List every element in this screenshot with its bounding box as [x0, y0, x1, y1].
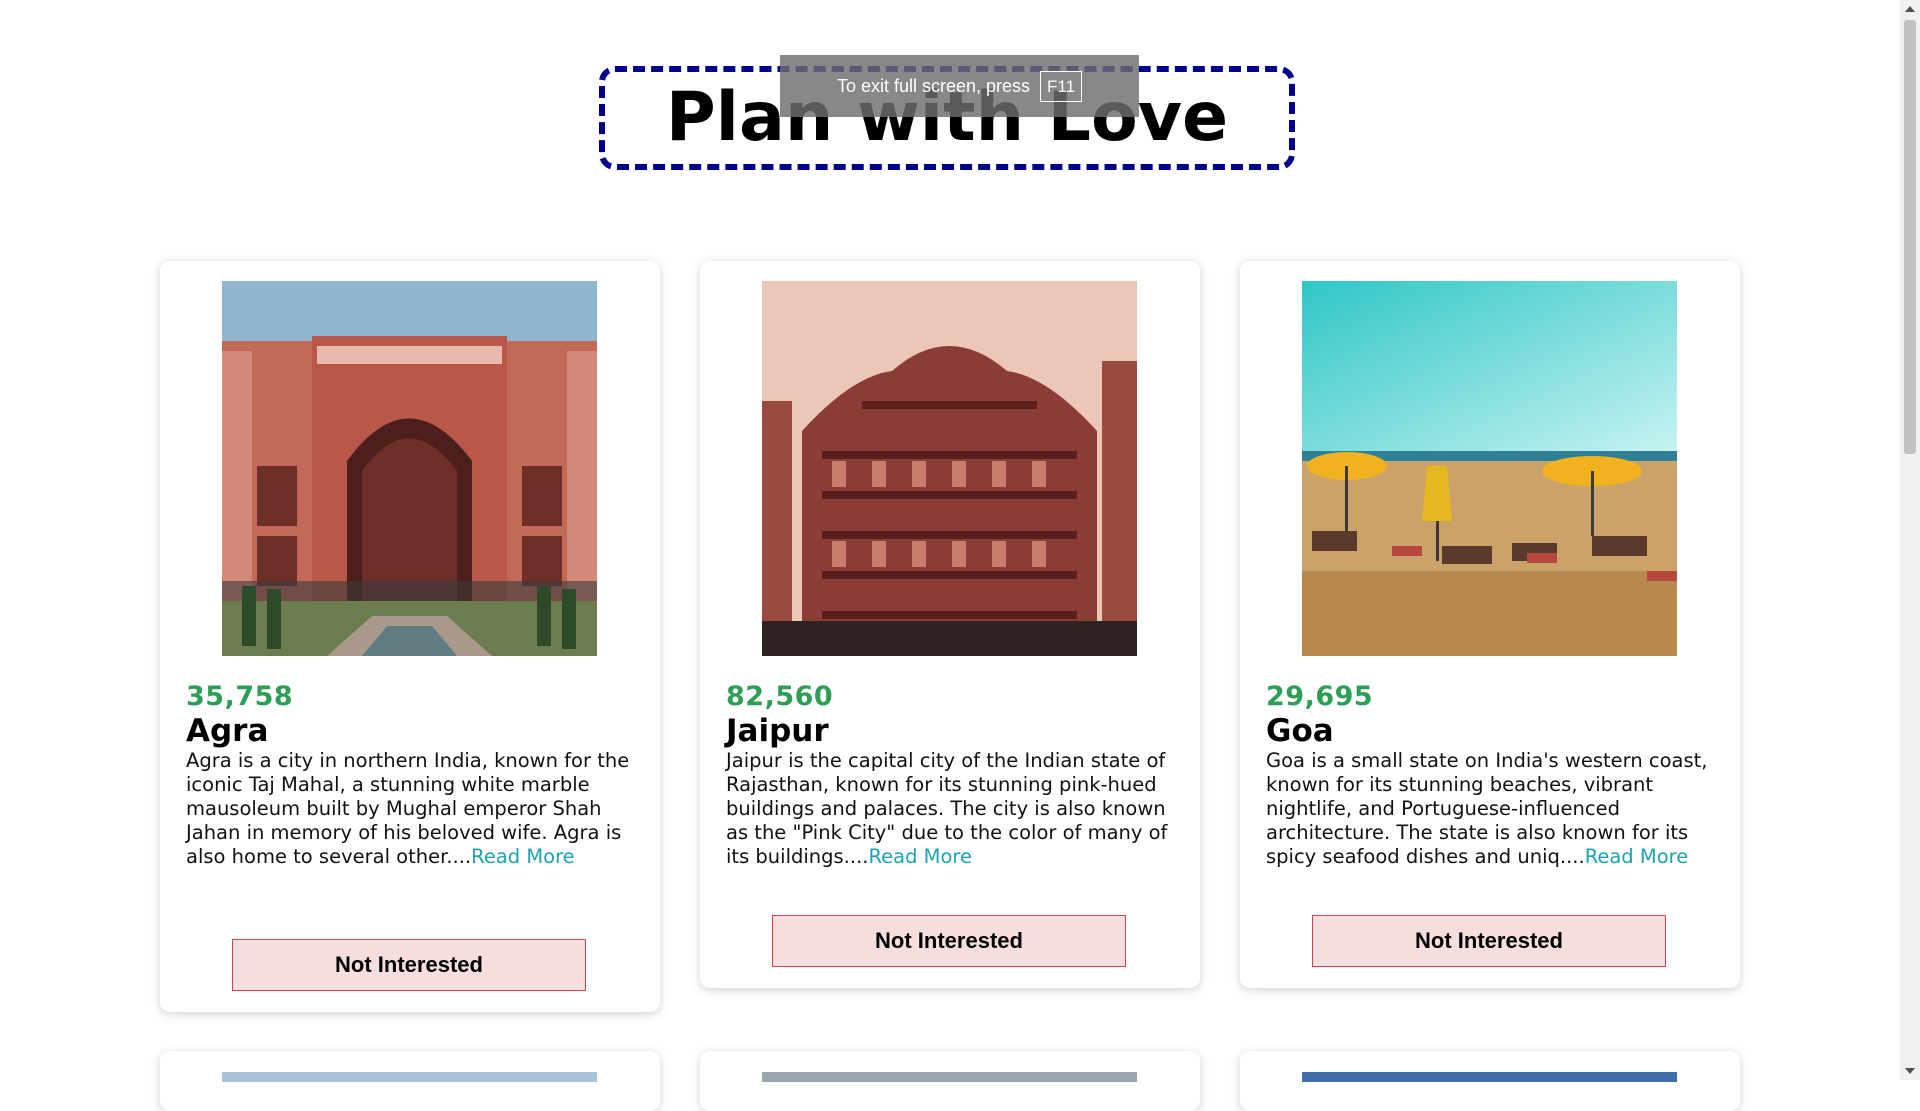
city-description: Agra is a city in northern India, known …	[186, 749, 641, 869]
tour-card-goa: 29,695 Goa Goa is a small state on India…	[1240, 261, 1740, 988]
tour-card-agra: 35,758 Agra Agra is a city in northern I…	[160, 261, 660, 1012]
fullscreen-toast-text: To exit full screen, press	[836, 75, 1031, 96]
visitor-count: 82,560	[726, 681, 834, 712]
read-more-link[interactable]: Read More	[868, 845, 972, 868]
city-description: Goa is a small state on India's western …	[1266, 749, 1721, 869]
fullscreen-exit-toast: To exit full screen, press F11	[780, 55, 1139, 117]
tour-card-jaipur: 82,560 Jaipur Jaipur is the capital city…	[700, 261, 1200, 988]
f11-key-hint: F11	[1040, 70, 1083, 102]
scrollbar-thumb[interactable]	[1904, 20, 1916, 454]
visitor-count: 29,695	[1266, 681, 1374, 712]
card-image-partial	[222, 1072, 597, 1082]
tour-card-partial	[700, 1051, 1200, 1111]
not-interested-button[interactable]: Not Interested	[232, 939, 586, 991]
city-name: Jaipur	[726, 713, 829, 749]
card-image-partial	[1302, 1072, 1677, 1082]
jaipur-image	[762, 281, 1137, 656]
agra-image	[222, 281, 597, 656]
city-description: Jaipur is the capital city of the Indian…	[726, 749, 1181, 869]
read-more-link[interactable]: Read More	[471, 845, 575, 868]
scroll-down-icon[interactable]	[1905, 1068, 1915, 1074]
tour-card-partial	[1240, 1051, 1740, 1111]
not-interested-button[interactable]: Not Interested	[1312, 915, 1666, 967]
read-more-link[interactable]: Read More	[1585, 845, 1689, 868]
card-image-partial	[762, 1072, 1137, 1082]
goa-image	[1302, 281, 1677, 656]
tour-card-partial	[160, 1051, 660, 1111]
scroll-up-icon[interactable]	[1905, 6, 1915, 12]
visitor-count: 35,758	[186, 681, 294, 712]
vertical-scrollbar[interactable]	[1900, 0, 1920, 1080]
city-name: Goa	[1266, 713, 1334, 749]
not-interested-button[interactable]: Not Interested	[772, 915, 1126, 967]
city-name: Agra	[186, 713, 269, 749]
